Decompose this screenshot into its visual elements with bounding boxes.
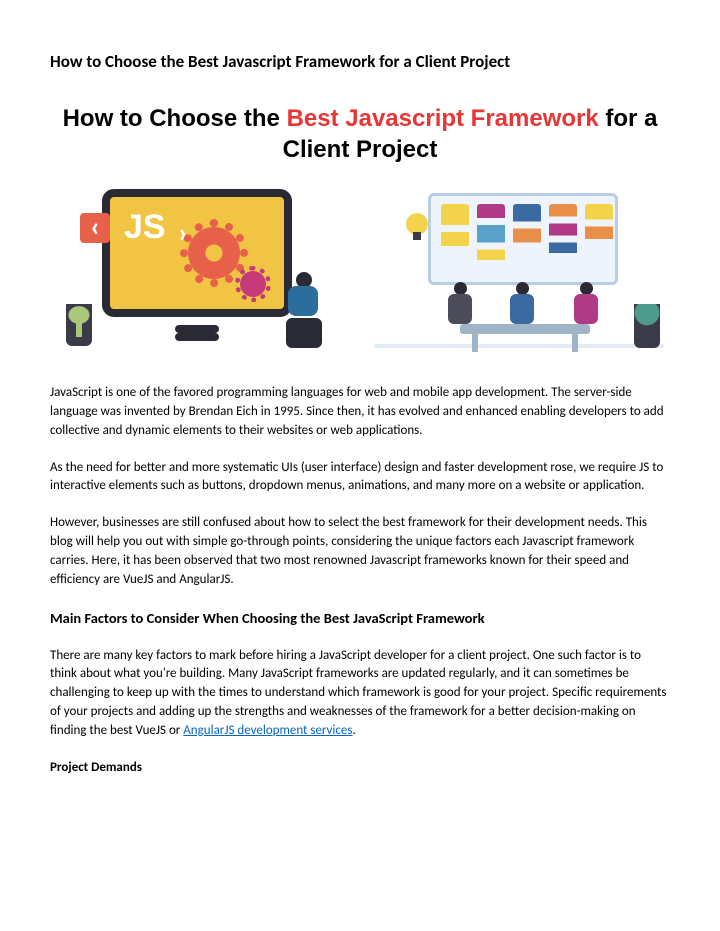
- hero-banner: How to Choose the Best Javascript Framew…: [50, 103, 670, 348]
- gear-small-icon: [240, 271, 266, 297]
- hero-text-highlight: Best Javascript Framework: [287, 105, 599, 132]
- hero-text-1: How to Choose the: [63, 105, 287, 132]
- heading-main-factors: Main Factors to Consider When Choosing t…: [50, 608, 670, 629]
- lightbulb-icon: [406, 213, 428, 235]
- chevron-left-icon: ‹: [80, 213, 110, 243]
- plant-icon: [66, 304, 92, 346]
- paragraph-intro-1: JavaScript is one of the favored program…: [50, 384, 670, 441]
- gear-icon: [188, 227, 240, 279]
- illustration-meeting: [374, 193, 664, 348]
- link-angularjs-services[interactable]: AngularJS development services: [183, 723, 352, 738]
- person-a-icon: [448, 282, 472, 324]
- person-c-icon: [574, 282, 598, 324]
- paragraph-factors-text: There are many key factors to mark befor…: [50, 648, 666, 738]
- hero-headline: How to Choose the Best Javascript Framew…: [50, 103, 670, 165]
- paragraph-intro-2: As the need for better and more systemat…: [50, 459, 670, 497]
- document-title: How to Choose the Best Javascript Framew…: [50, 50, 670, 75]
- paragraph-factors-tail: .: [352, 723, 355, 738]
- paragraph-factors: There are many key factors to mark befor…: [50, 647, 670, 741]
- js-logo-icon: JS: [124, 203, 166, 252]
- heading-project-demands: Project Demands: [50, 759, 670, 778]
- paragraph-intro-3: However, businesses are still confused a…: [50, 514, 670, 589]
- hero-illustrations: JS ‹ ›: [50, 183, 670, 348]
- illustration-js-monitor: JS ‹ ›: [56, 183, 326, 348]
- monitor-icon: JS ‹ ›: [102, 189, 292, 317]
- kanban-board-icon: [428, 193, 618, 285]
- plant-right-icon: [634, 304, 660, 348]
- person-sitting-icon: [282, 272, 330, 348]
- desk-icon: [460, 324, 590, 334]
- person-b-icon: [510, 282, 534, 324]
